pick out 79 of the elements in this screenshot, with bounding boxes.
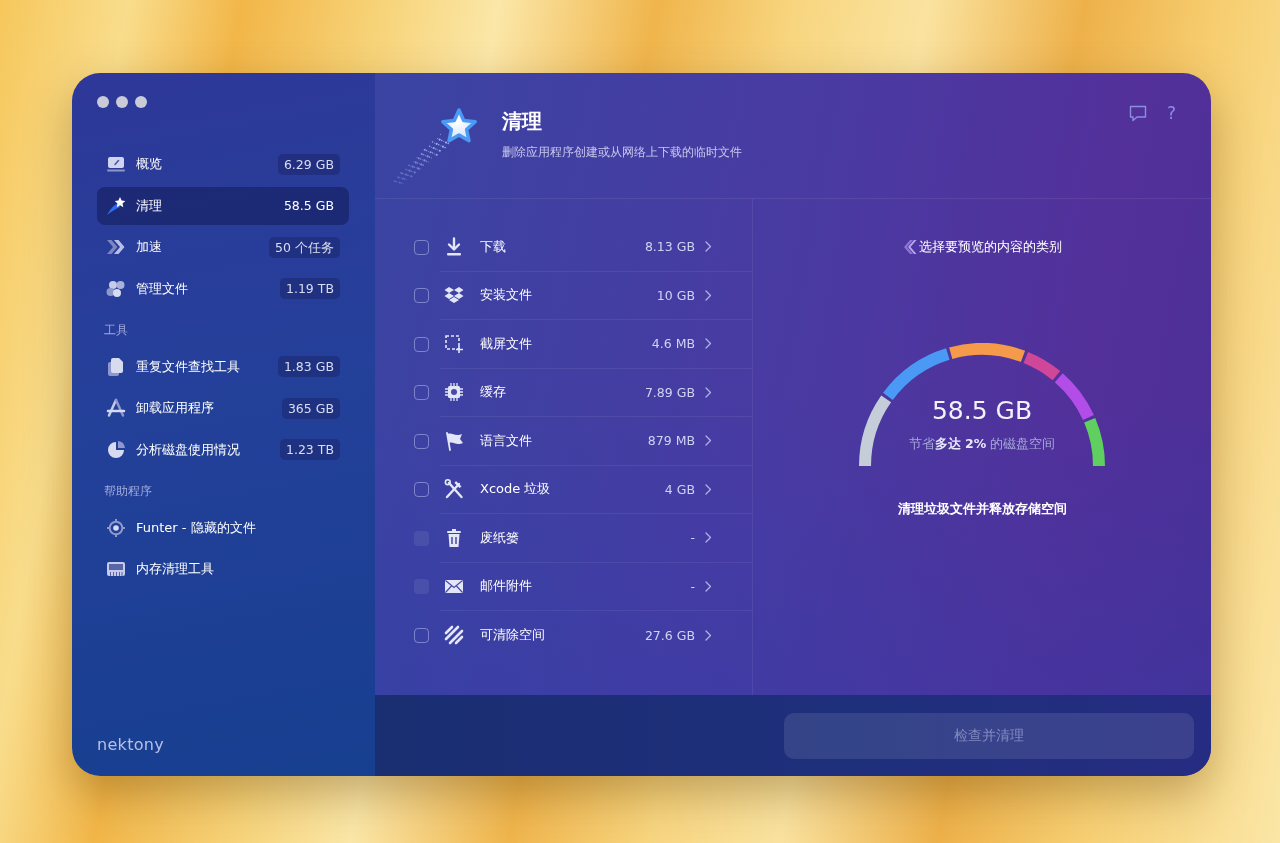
chevron-icon[interactable] [705, 629, 712, 641]
file-size: - [690, 530, 695, 546]
package-icon [444, 285, 464, 306]
storage-size: 1.83 GB [277, 356, 340, 377]
file-size: 879 MB [647, 433, 695, 449]
checkbox[interactable] [414, 482, 429, 498]
tools-icon [444, 479, 464, 500]
checkbox[interactable] [414, 239, 429, 255]
page-subtitle: 删除应用程序创建或从网络上下载的临时文件 [502, 144, 742, 160]
app-tools-icon [106, 398, 126, 418]
sidebar-item[interactable]: 清理 58.5 GB [97, 186, 349, 225]
memory-icon [106, 559, 126, 579]
monitor-icon [106, 154, 126, 174]
file-size: 4 GB [664, 481, 695, 497]
window-dot-icon[interactable] [97, 96, 109, 108]
preview-caption: 清理垃圾文件并释放存储空间 [897, 500, 1067, 518]
chevron-icon[interactable] [705, 338, 712, 350]
documents-icon [106, 356, 126, 377]
double-chevron-icon [902, 239, 917, 255]
sidebar-item[interactable]: Funter - 隐藏的文件 [97, 508, 349, 547]
chevron-icon[interactable] [705, 532, 712, 544]
category-label[interactable]: 下载 [480, 237, 506, 256]
brand-logo: nektony [97, 735, 166, 754]
trash-icon [444, 527, 464, 548]
double-chevron-icon [106, 237, 126, 257]
chip-icon [444, 382, 464, 403]
sidebar-item[interactable]: 重复文件查找工具 1.83 GB [97, 347, 349, 386]
file-size: 10 GB [656, 287, 695, 303]
window-dot-icon[interactable] [116, 96, 128, 108]
savings-text: 节省多达 2% 的磁盘空间 [908, 436, 1056, 452]
file-size: - [690, 578, 695, 594]
window-dot-icon[interactable] [135, 96, 147, 108]
sidebar-item[interactable]: 加速 50 个任务 [97, 228, 349, 266]
sidebar-item[interactable]: 卸载应用程序 365 GB [97, 389, 349, 427]
chevron-icon[interactable] [705, 241, 712, 253]
chevron-icon[interactable] [705, 580, 712, 592]
chevron-icon[interactable] [705, 435, 712, 447]
chevron-icon[interactable] [705, 289, 712, 301]
checkbox[interactable] [414, 385, 429, 401]
total-size: 58.5 GB [931, 396, 1033, 426]
selection-crop-icon [444, 333, 464, 354]
page-title: 清理 [502, 108, 543, 134]
chevron-icon[interactable] [705, 483, 712, 495]
checkbox[interactable] [414, 433, 429, 449]
pie-chart-icon [106, 439, 126, 460]
storage-size: 365 GB [281, 397, 340, 419]
sidebar-item[interactable]: 概览 6.29 GB [97, 145, 349, 183]
flag-icon [444, 430, 464, 451]
category-label[interactable]: 可清除空间 [480, 626, 545, 645]
category-label[interactable]: 缓存 [480, 383, 506, 402]
category-label[interactable]: 截屏文件 [480, 334, 532, 353]
file-size: 27.6 GB [644, 627, 695, 643]
file-size: 7.89 GB [644, 384, 695, 400]
section-heading: 工具 [104, 321, 129, 338]
stripes-icon [444, 625, 464, 646]
chat-icon[interactable] [1128, 104, 1147, 122]
checkbox[interactable] [414, 627, 429, 643]
circles-icon [106, 278, 126, 299]
checkbox[interactable] [414, 336, 429, 352]
chevron-icon[interactable] [705, 386, 712, 398]
target-icon [106, 517, 126, 538]
shooting-star-icon [106, 195, 126, 216]
category-label[interactable]: 语言文件 [480, 431, 532, 450]
sidebar-item[interactable]: 管理文件 1.19 TB [97, 269, 349, 308]
category-label[interactable]: 安装文件 [480, 286, 532, 305]
storage-size: 1.19 TB [279, 278, 340, 299]
storage-size: 6.29 GB [277, 153, 340, 175]
storage-size: 58.5 GB [282, 197, 335, 215]
storage-size: 1.23 TB [279, 439, 340, 460]
storage-size: 50 个任务 [269, 236, 340, 258]
section-heading: 帮助程序 [104, 482, 153, 499]
sidebar-item[interactable]: 内存清理工具 [97, 550, 349, 588]
category-label[interactable]: Xcode 垃圾 [480, 480, 551, 499]
file-size: 8.13 GB [644, 239, 695, 255]
download-icon [444, 236, 464, 257]
sidebar-item[interactable]: 分析磁盘使用情况 1.23 TB [97, 430, 349, 469]
preview-hint: 选择要预览的内容的类别 [918, 238, 1062, 256]
file-size: 4.6 MB [651, 336, 695, 352]
checkbox[interactable] [414, 288, 429, 304]
